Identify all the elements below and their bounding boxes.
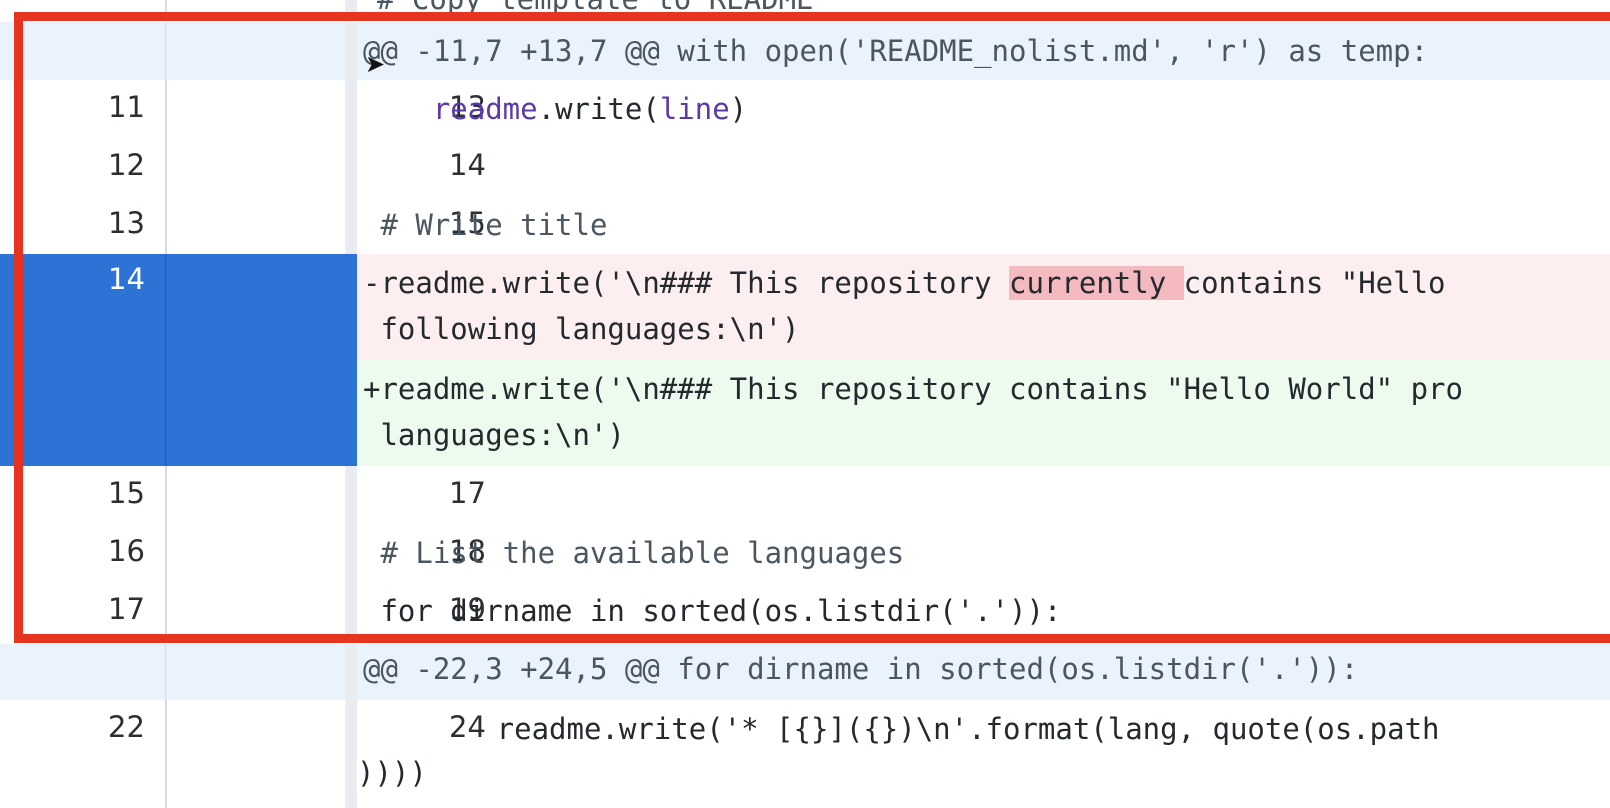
deleted-code-line-2: following languages:\n') [363, 312, 800, 346]
old-line-number[interactable]: 17 [108, 592, 145, 626]
diff-row-context[interactable]: 15 17 [0, 466, 1610, 524]
partial-context-row: # Copy template to README [0, 0, 1610, 12]
diff-row-context[interactable]: 13 15 # Write title [0, 196, 1610, 254]
hunk-header-text: @@ -22,3 +24,5 @@ for dirname in sorted(… [363, 652, 1359, 686]
mouse-cursor-icon: ➤ [365, 50, 386, 78]
added-code-line-2: languages:\n') [363, 418, 625, 452]
changed-word-highlight: currently [1009, 266, 1184, 300]
diff-row-context[interactable]: 11 13 readme.write(line) [0, 80, 1610, 138]
diff-row-context[interactable]: 16 18 # List the available languages [0, 524, 1610, 582]
hunk-header-row[interactable]: @@ -22,3 +24,5 @@ for dirname in sorted(… [0, 644, 1610, 700]
diff-row-context[interactable]: 17 19 for dirname in sorted(os.listdir('… [0, 582, 1610, 640]
old-line-number[interactable]: 11 [108, 90, 145, 124]
old-line-number[interactable]: 15 [108, 476, 145, 510]
old-line-number[interactable]: 12 [108, 148, 145, 182]
code-line-2: )))) [357, 756, 427, 790]
partial-code-line: # Copy template to README [363, 0, 814, 12]
old-line-number[interactable]: 16 [108, 534, 145, 568]
deleted-code-line-1: -readme.write('\n### This repository cur… [363, 266, 1446, 300]
added-code-line-1: +readme.write('\n### This repository con… [363, 372, 1463, 406]
code-line-1: readme.write('* [{}]({})\n'.format(lang,… [357, 712, 1440, 746]
code-line: readme.write(line) [432, 92, 748, 126]
old-line-number[interactable]: 13 [108, 206, 145, 240]
code-line: for dirname in sorted(os.listdir('.')): [363, 594, 1062, 628]
old-line-number[interactable]: 14 [108, 262, 145, 296]
hunk-header-text: @@ -11,7 +13,7 @@ with open('README_noli… [363, 34, 1429, 68]
hunk-header-row[interactable]: @@ -11,7 +13,7 @@ with open('README_noli… [0, 22, 1610, 80]
code-comment-line: # Write title [363, 208, 608, 242]
old-line-number[interactable]: 22 [108, 710, 145, 744]
diff-row-context[interactable]: 12 14 [0, 138, 1610, 196]
code-comment-line: # List the available languages [363, 536, 905, 570]
diff-row-deleted[interactable]: 14 -readme.write('\n### This repository … [0, 254, 1610, 360]
diff-row-context[interactable]: 22 24 readme.write('* [{}]({})\n'.format… [0, 700, 1610, 808]
diff-row-added[interactable]: 16 +readme.write('\n### This repository … [0, 360, 1610, 466]
